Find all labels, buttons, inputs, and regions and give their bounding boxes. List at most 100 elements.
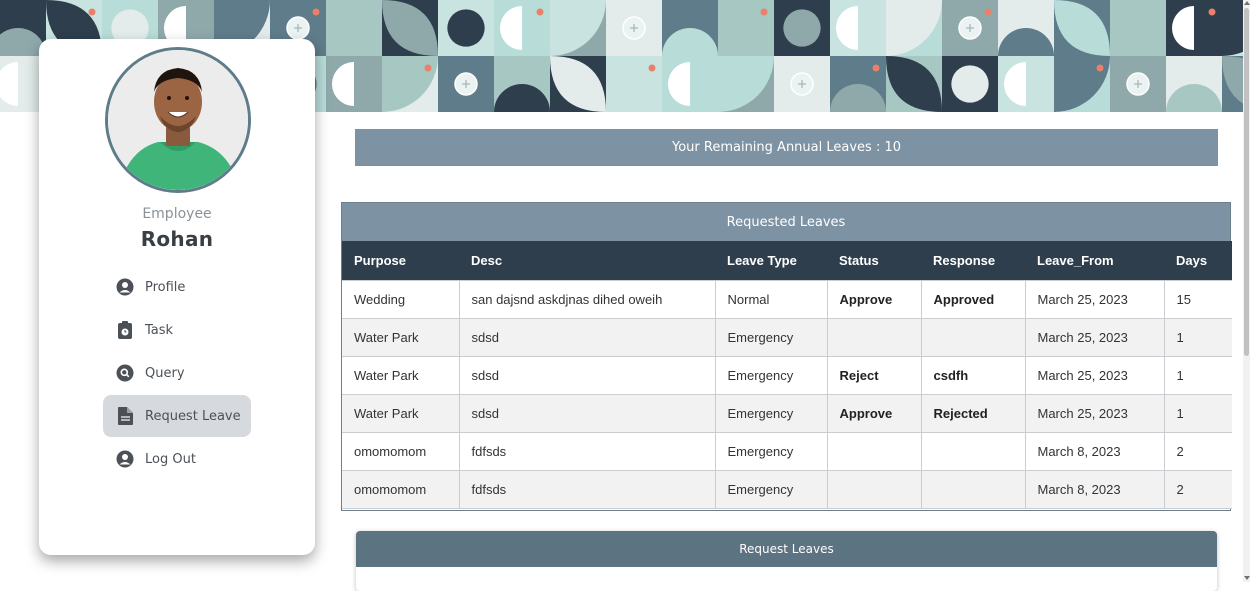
table-row: Water Park sdsd Emergency Reject csdfh March … <box>342 355 1232 395</box>
nav-item-task[interactable]: Task <box>103 309 251 351</box>
table-cell: Normal <box>714 279 828 319</box>
nav-item-profile[interactable]: Profile <box>103 266 251 308</box>
scroll-up-arrow-icon[interactable] <box>1244 1 1250 5</box>
table-cell: March 25, 2023 <box>1024 393 1165 433</box>
banner-shape <box>951 65 989 103</box>
table-cell: 1 <box>1163 393 1232 433</box>
table-row: Wedding san dajsnd askdjnas dihed oweih No… <box>342 279 1232 319</box>
banner-shape <box>1222 0 1243 56</box>
remaining-leaves-banner: Your Remaining Annual Leaves : 10 <box>355 129 1218 166</box>
banner-shape <box>615 65 653 103</box>
table-cell <box>920 469 1026 509</box>
scroll-thumb[interactable] <box>1244 8 1249 356</box>
banner-shape <box>648 64 656 72</box>
table-cell: 2 <box>1163 469 1232 509</box>
table-cell <box>920 431 1026 471</box>
column-header: Desc <box>459 241 715 280</box>
table-cell: sdsd <box>458 317 716 357</box>
user-role: Employee <box>142 206 212 222</box>
table-row: Water Park sdsd Emergency March 25, 2023 1 <box>342 317 1232 357</box>
scroll-down-arrow-icon[interactable] <box>1244 576 1250 580</box>
banner-shape <box>872 64 880 72</box>
user-circle-icon <box>115 449 135 469</box>
table-cell: csdfh <box>920 355 1026 395</box>
table-cell: fdfsds <box>458 431 716 471</box>
nav-label: Request Leave <box>145 408 241 424</box>
banner-shape <box>1119 9 1157 47</box>
banner-shape <box>312 8 320 16</box>
column-header: Status <box>827 241 921 280</box>
nav-item-query[interactable]: Query <box>103 352 251 394</box>
table-cell: Emergency <box>714 431 828 471</box>
table-cell: Water Park <box>342 355 460 395</box>
table-cell: fdfsds <box>458 469 716 509</box>
table-cell <box>826 469 922 509</box>
requested-leaves-table: Requested Leaves Purpose Desc Leave Type… <box>341 202 1232 511</box>
table-cell: omomomom <box>342 431 460 471</box>
column-header: Response <box>921 241 1025 280</box>
avatar <box>105 47 251 193</box>
table-cell <box>920 317 1026 357</box>
nav-label: Query <box>145 365 185 381</box>
nav-label: Log Out <box>145 451 196 467</box>
banner-shape <box>0 62 18 106</box>
table-cell: Approved <box>920 279 1026 319</box>
table-cell: March 25, 2023 <box>1024 317 1165 357</box>
banner-shape <box>424 64 432 72</box>
table-row: omomomom fdfsds Emergency March 8, 2023 2 <box>342 469 1232 509</box>
banner-shape <box>88 8 96 16</box>
table-cell: Emergency <box>714 393 828 433</box>
banner-shape <box>536 8 544 16</box>
table-cell: 2 <box>1163 431 1232 471</box>
table-header-row: Purpose Desc Leave Type Status Response … <box>342 241 1232 280</box>
request-leaves-panel: Request Leaves <box>356 531 1217 591</box>
table-cell: Approve <box>826 279 922 319</box>
search-circle-icon <box>115 363 135 383</box>
profile-photo <box>108 50 248 190</box>
table-cell: Rejected <box>920 393 1026 433</box>
banner-shape <box>447 9 485 47</box>
document-icon <box>115 406 135 426</box>
nav-label: Profile <box>145 279 186 295</box>
table-cell: 15 <box>1163 279 1232 319</box>
table-cell: san dajsnd askdjnas dihed oweih <box>458 279 716 319</box>
nav-item-request-leave[interactable]: Request Leave <box>103 395 251 437</box>
table-cell: Emergency <box>714 469 828 509</box>
table-cell: Water Park <box>342 317 460 357</box>
table-cell: Wedding <box>342 279 460 319</box>
banner-shape <box>1208 8 1216 16</box>
nav-item-log-out[interactable]: Log Out <box>103 438 251 480</box>
table-cell <box>826 317 922 357</box>
nav-label: Task <box>145 322 174 338</box>
request-leaves-title: Request Leaves <box>356 531 1217 567</box>
page-scrollbar[interactable] <box>1243 0 1250 582</box>
table-cell: March 8, 2023 <box>1024 469 1165 509</box>
user-name: Rohan <box>140 227 214 251</box>
table-cell: 1 <box>1163 317 1232 357</box>
column-header: Days <box>1164 241 1232 280</box>
table-cell <box>826 431 922 471</box>
table-cell: Water Park <box>342 393 460 433</box>
user-circle-icon <box>115 277 135 297</box>
table-cell: Reject <box>826 355 922 395</box>
table-cell: 1 <box>1163 355 1232 395</box>
table-cell: omomomom <box>342 469 460 509</box>
table-cell: Approve <box>826 393 922 433</box>
banner-shape <box>783 9 821 47</box>
sidebar: Employee Rohan Profile Task Query Reques… <box>39 39 315 555</box>
table-title: Requested Leaves <box>342 203 1230 241</box>
table-cell: March 25, 2023 <box>1024 355 1165 395</box>
banner-shape <box>984 8 992 16</box>
table-row: omomomom fdfsds Emergency March 8, 2023 2 <box>342 431 1232 471</box>
column-header: Purpose <box>342 241 459 280</box>
table-cell: sdsd <box>458 355 716 395</box>
clipboard-icon <box>115 320 135 340</box>
table-cell: Emergency <box>714 317 828 357</box>
table-cell: March 8, 2023 <box>1024 431 1165 471</box>
table-cell: Emergency <box>714 355 828 395</box>
table-cell: sdsd <box>458 393 716 433</box>
leaves-table: Purpose Desc Leave Type Status Response … <box>342 241 1232 509</box>
table-row: Water Park sdsd Emergency Approve Rejected Ma… <box>342 393 1232 433</box>
table-cell: March 25, 2023 <box>1024 279 1165 319</box>
column-header: Leave_From <box>1025 241 1164 280</box>
